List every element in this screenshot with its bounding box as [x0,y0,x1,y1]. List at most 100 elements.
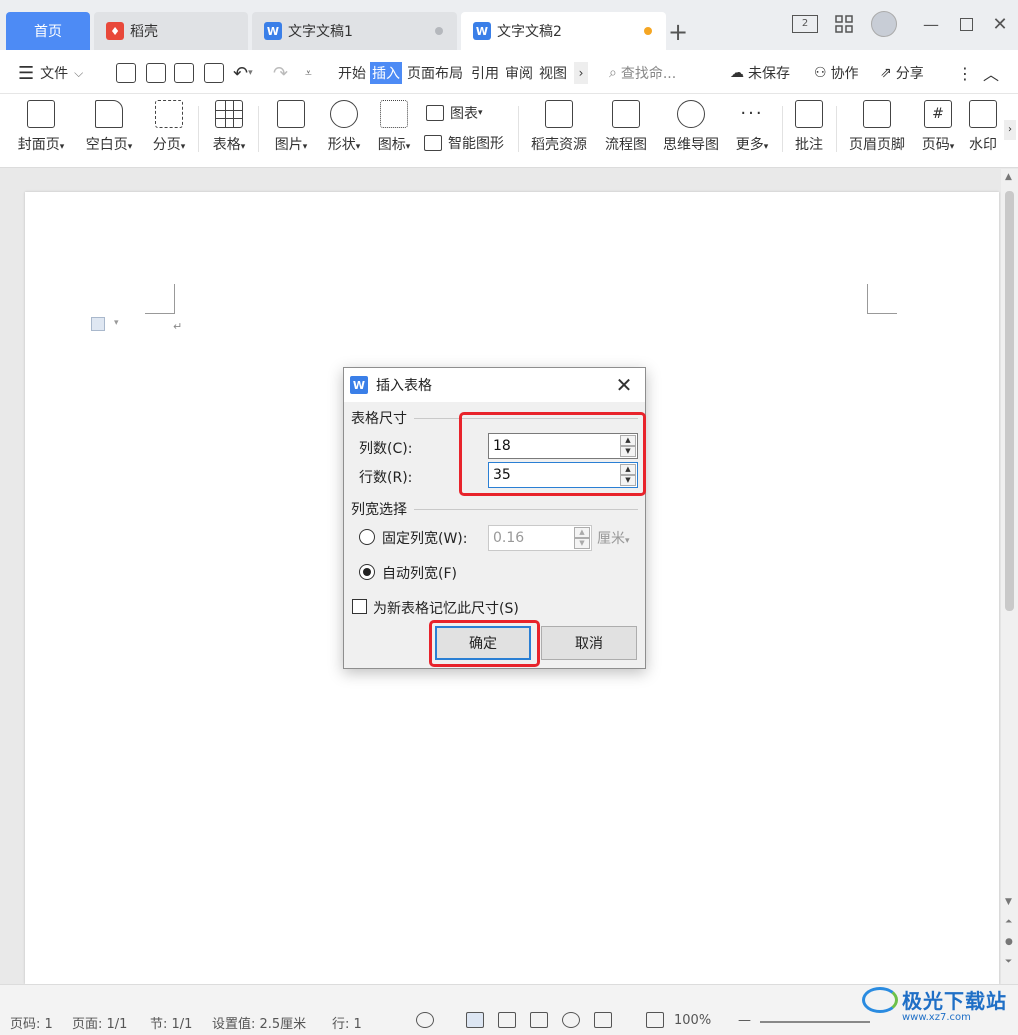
minimize-icon[interactable]: — [921,12,941,36]
docer-resources-button[interactable]: 稻壳资源 [528,100,590,160]
window-layout-icon[interactable]: 2 [790,12,820,36]
paragraph-layout-icon[interactable] [91,317,105,331]
eye-protect-icon[interactable] [416,1012,434,1028]
shape-button[interactable]: 形状▾ [320,100,368,160]
more-button[interactable]: ··· 更多▾ [730,100,774,160]
select-browse-icon[interactable]: ● [1005,937,1013,947]
status-section[interactable]: 节: 1/1 [150,1013,192,1032]
watermark-button[interactable]: 水印 [966,100,1000,160]
fixed-width-label[interactable]: 固定列宽(W): [382,528,467,548]
flowchart-button[interactable]: 流程图 [602,100,650,160]
menu-insert[interactable]: 插入 [370,62,402,84]
more-options-icon[interactable]: ⋮ [957,62,973,84]
close-icon[interactable]: ✕ [611,372,637,398]
decrement-icon[interactable]: ▼ [574,538,590,549]
zoom-level[interactable]: 100% [674,1013,711,1028]
pen-icon[interactable] [594,1012,612,1028]
increment-icon[interactable]: ▲ [574,527,590,538]
apps-grid-icon[interactable] [832,12,856,36]
page-break-button[interactable]: 分页▾ [146,100,192,160]
remember-size-checkbox[interactable] [352,599,367,614]
tab-doc2[interactable]: W 文字文稿2 [461,12,666,50]
auto-width-label[interactable]: 自动列宽(F) [382,563,457,583]
save-icon[interactable] [116,62,136,84]
web-view-icon[interactable] [562,1012,580,1028]
status-row[interactable]: 行: 1 [332,1013,362,1032]
zoom-out-icon[interactable]: — [738,1013,751,1028]
menu-review[interactable]: 审阅 [505,62,533,84]
icon-button[interactable]: 图标▾ [372,100,416,160]
command-search[interactable]: ⌕ 查找命... [609,62,676,84]
cover-page-button[interactable]: 封面页▾ [12,100,70,160]
smartart-icon [424,135,442,151]
close-window-icon[interactable]: ✕ [990,12,1010,36]
blank-page-button[interactable]: 空白页▾ [80,100,138,160]
menu-scroll-right-icon[interactable]: › [574,62,588,84]
maximize-icon[interactable] [956,12,976,36]
scroll-down-icon[interactable]: ▼ [1005,897,1012,907]
next-page-icon[interactable]: ⏷ [1005,957,1012,967]
status-page[interactable]: 页码: 1 [10,1013,53,1032]
file-menu[interactable]: ☰ 文件 ⌵ [18,62,83,84]
insert-ribbon: 封面页▾ 空白页▾ 分页▾ 表格▾ 图片▾ 形状▾ 图标▾ 图表 ▾ 智能图形 稻… [0,94,1018,168]
menu-start[interactable]: 开始 [338,62,366,84]
avatar-icon [871,11,897,37]
icons-icon [380,100,408,128]
export-icon[interactable] [146,62,166,84]
new-tab-icon[interactable]: + [668,18,688,46]
reading-view-icon[interactable] [530,1012,548,1028]
fit-page-icon[interactable] [646,1012,664,1028]
ribbon-scroll-right-icon[interactable]: › [1004,120,1016,140]
tab-doc1[interactable]: W 文字文稿1 [252,12,457,50]
fixed-width-spinner[interactable]: ▲▼ [488,525,592,551]
picture-icon [277,100,305,128]
comment-button[interactable]: 批注 [792,100,826,160]
share-button[interactable]: ⇗ 分享 [880,62,924,84]
blank-page-icon [95,100,123,128]
redo-icon[interactable]: ↷ [273,62,288,84]
outline-view-icon[interactable] [498,1012,516,1028]
user-avatar[interactable] [870,10,898,38]
print-icon[interactable] [174,62,194,84]
tab-home[interactable]: 首页 [6,12,90,50]
menu-reference[interactable]: 引用 [471,62,499,84]
unsaved-dot [644,27,652,35]
collab-button[interactable]: ⚇ 协作 [814,62,859,84]
fixed-width-radio[interactable] [359,529,375,545]
scroll-up-icon[interactable]: ▲ [1005,172,1012,182]
scrollbar-thumb[interactable] [1005,191,1014,611]
remember-size-label[interactable]: 为新表格记忆此尺寸(S) [373,598,519,618]
chart-button[interactable]: 图表 ▾ [426,102,483,124]
page-number-button[interactable]: # 页码▾ [916,100,960,160]
tab-docer[interactable]: ♦ 稻壳 [94,12,248,50]
vertical-scrollbar[interactable]: ▲ ▼ ⏶ ● ⏷ [1001,169,1018,984]
unit-select[interactable]: 厘米▾ [597,528,630,548]
table-size-group-label: 表格尺寸 [351,411,407,427]
rows-label: 行数(R): [359,470,413,486]
menu-layout[interactable]: 页面布局 [407,62,463,84]
menu-view[interactable]: 视图 [539,62,567,84]
ribbon-separator [198,106,199,152]
fixed-width-stepper[interactable]: ▲ ▼ [574,527,590,549]
smartart-button[interactable]: 智能图形 [424,132,504,154]
status-setting[interactable]: 设置值: 2.5厘米 [212,1013,306,1032]
zoom-slider[interactable] [760,1021,870,1023]
collapse-ribbon-icon[interactable]: ︿ [983,62,999,84]
table-button[interactable]: 表格▾ [206,100,252,160]
auto-width-radio[interactable] [359,564,375,580]
chevron-down-icon[interactable]: ▾ [114,318,119,328]
print-preview-icon[interactable] [204,62,224,84]
header-footer-button[interactable]: 页眉页脚 [846,100,908,160]
dialog-titlebar[interactable]: W 插入表格 ✕ [344,368,645,402]
picture-button[interactable]: 图片▾ [268,100,314,160]
chevron-down-icon: ⌵ [74,65,84,80]
quick-access-more-icon[interactable]: ⩡ [305,62,312,84]
mindmap-button[interactable]: 思维导图 [660,100,722,160]
prev-page-icon[interactable]: ⏶ [1005,917,1012,927]
cancel-button[interactable]: 取消 [541,626,637,660]
unsaved-status[interactable]: ☁ 未保存 [730,62,790,84]
page-view-icon[interactable] [466,1012,484,1028]
undo-icon[interactable]: ↶ ▾ [233,62,253,84]
tab-home-label: 首页 [34,24,62,40]
status-pages[interactable]: 页面: 1/1 [72,1013,127,1032]
